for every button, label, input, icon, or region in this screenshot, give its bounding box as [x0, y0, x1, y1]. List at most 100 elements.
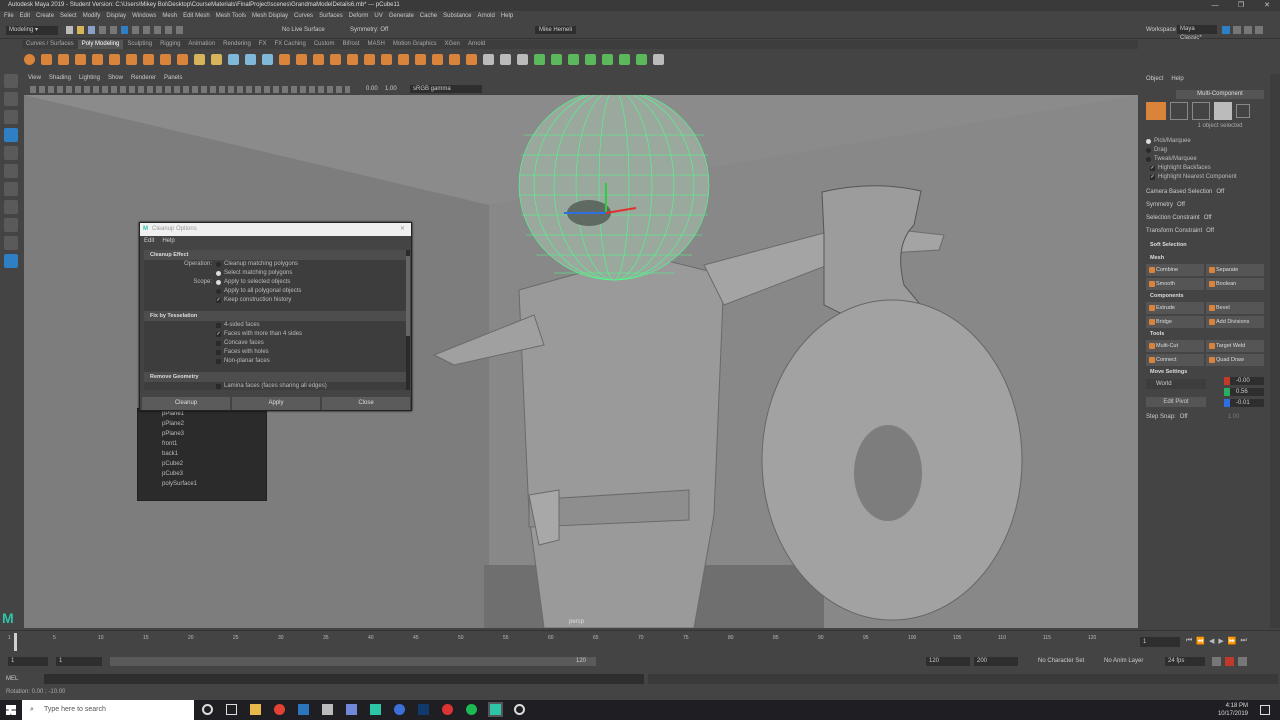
drag-radio[interactable] [1146, 148, 1151, 153]
bridge-icon[interactable] [313, 53, 324, 65]
section-cleanup-effect[interactable]: Cleanup Effect [144, 250, 406, 260]
vp-menu-shading[interactable]: Shading [49, 74, 71, 83]
auto-key-icon[interactable] [1225, 657, 1234, 666]
anim-layer-selector[interactable]: No Anim Layer [1104, 658, 1143, 664]
object-mode-icon[interactable] [1146, 102, 1166, 120]
outliner[interactable]: pPlane1 pPlane2 pPlane3 front1 back1 pCu… [137, 408, 267, 501]
soft-selection-header[interactable]: Soft Selection [1140, 240, 1270, 250]
menu-surfaces[interactable]: Surfaces [319, 11, 343, 22]
vp-menu-view[interactable]: View [28, 74, 41, 83]
symmetry-label[interactable]: Symmetry: Off [350, 27, 388, 33]
toolkit-tab-object[interactable]: Object [1146, 76, 1163, 82]
undo-icon[interactable] [99, 26, 106, 34]
sweep-mesh-icon[interactable] [177, 53, 188, 65]
poly-cylinder-icon[interactable] [58, 53, 69, 65]
outliner-item-pplane3[interactable]: pPlane3 [138, 429, 266, 439]
shelf-tab-motion-graphics[interactable]: Motion Graphics [389, 40, 441, 49]
vp-menu-panels[interactable]: Panels [164, 74, 182, 83]
menu-create[interactable]: Create [36, 11, 54, 22]
nearest-checkbox[interactable]: ✓ [1150, 175, 1155, 180]
menu-arnold[interactable]: Arnold [478, 11, 495, 22]
scope-selected-radio[interactable] [216, 280, 221, 285]
playback-start-field[interactable]: 1 [56, 657, 102, 666]
edit-pivot-button[interactable]: Edit Pivot [1146, 397, 1206, 407]
channel-box-icon[interactable] [1255, 26, 1263, 34]
shelf-tab-sculpting[interactable]: Sculpting [123, 40, 156, 49]
dialog-menu-help[interactable]: Help [162, 236, 174, 246]
cylindrical-map-icon[interactable] [568, 53, 579, 65]
select-by-component-icon[interactable] [143, 26, 150, 34]
transform-constraint-value[interactable]: Off [1206, 227, 1214, 236]
z-field[interactable]: -0.01 [1224, 399, 1264, 407]
shelf-tab-fx-caching[interactable]: FX Caching [270, 40, 309, 49]
face-mode-icon[interactable] [1214, 102, 1232, 120]
cleanup-button[interactable]: Cleanup [142, 397, 230, 410]
app-icon-1[interactable] [322, 704, 333, 715]
notification-icon[interactable] [1260, 705, 1270, 715]
shelf-tab-custom[interactable]: Custom [310, 40, 339, 49]
shelf-tab-rigging[interactable]: Rigging [156, 40, 184, 49]
shelf-tab-mash[interactable]: MASH [364, 40, 389, 49]
snap-grid-icon[interactable] [154, 26, 161, 34]
menu-cache[interactable]: Cache [420, 11, 437, 22]
clock-app-icon[interactable] [514, 704, 525, 715]
file-explorer-icon[interactable] [250, 704, 261, 715]
boolean-button[interactable]: Boolean [1206, 278, 1264, 290]
unfold-icon[interactable] [619, 53, 630, 65]
outliner-item-pcube3[interactable]: pCube3 [138, 469, 266, 479]
current-frame-field[interactable]: 1 [1140, 637, 1180, 647]
non-planar-checkbox[interactable] [216, 359, 221, 364]
persp-outliner-icon[interactable] [4, 236, 18, 250]
extrude-icon[interactable] [296, 53, 307, 65]
steam-icon[interactable] [298, 704, 309, 715]
shelf-tab-animation[interactable]: Animation [184, 40, 219, 49]
poly-disc-icon[interactable] [126, 53, 137, 65]
concave-checkbox[interactable] [216, 341, 221, 346]
live-surface-label[interactable]: No Live Surface [282, 27, 325, 33]
mel-input[interactable] [44, 674, 644, 684]
select-by-object-icon[interactable] [132, 26, 139, 34]
outliner-item-pplane2[interactable]: pPlane2 [138, 419, 266, 429]
select-tool-icon[interactable] [4, 74, 18, 88]
modeling-toolkit-icon[interactable] [1222, 26, 1230, 34]
start-button-icon[interactable] [6, 705, 16, 715]
vertex-mode-icon[interactable] [1170, 102, 1188, 120]
multi-cut-icon[interactable] [483, 53, 494, 65]
menu-help[interactable]: Help [501, 11, 513, 22]
tool-settings-icon[interactable] [1244, 26, 1252, 34]
target-weld-button[interactable]: Target Weld [1206, 340, 1264, 352]
play-icon[interactable]: ▶ [1218, 637, 1223, 645]
menu-substance[interactable]: Substance [443, 11, 471, 22]
cortana-icon[interactable] [202, 704, 213, 715]
quad-draw-button[interactable]: Quad Draw [1206, 354, 1264, 366]
holes-checkbox[interactable] [216, 350, 221, 355]
opera-icon[interactable] [442, 704, 453, 715]
shelf-tab-arnold[interactable]: Arnold [464, 40, 489, 49]
op-cleanup-radio[interactable] [216, 262, 221, 267]
smooth-icon[interactable] [262, 53, 273, 65]
task-view-icon[interactable] [226, 704, 237, 715]
boolean-icon[interactable] [279, 53, 290, 65]
menu-uv[interactable]: UV [374, 11, 382, 22]
extract-icon[interactable] [449, 53, 460, 65]
history-checkbox[interactable]: ✓ [216, 298, 221, 303]
step-snap-value[interactable]: Off [1180, 413, 1188, 422]
mode-selector[interactable]: Modeling ▾ [6, 26, 58, 35]
poke-icon[interactable] [398, 53, 409, 65]
next-key-icon[interactable]: ⏩ [1228, 637, 1237, 645]
move-tool-icon[interactable] [4, 128, 18, 142]
extrude-button[interactable]: Extrude [1146, 302, 1204, 314]
text-icon[interactable] [194, 53, 205, 65]
close-button[interactable]: Close [322, 397, 410, 410]
step-snap-amount[interactable]: 1.00 [1228, 413, 1240, 422]
panel-toolbar-icons[interactable] [30, 86, 350, 93]
layout-icon[interactable] [636, 53, 647, 65]
shelf-tab-poly-modeling[interactable]: Poly Modeling [77, 40, 124, 49]
close-window-button[interactable]: ✕ [1254, 0, 1280, 11]
vp-menu-renderer[interactable]: Renderer [131, 74, 156, 83]
minimize-button[interactable]: — [1202, 0, 1228, 11]
edge-mode-icon[interactable] [1192, 102, 1210, 120]
shelf-tab-curves[interactable]: Curves / Surfaces [22, 40, 78, 49]
photoshop-icon[interactable] [418, 704, 429, 715]
menu-deform[interactable]: Deform [349, 11, 369, 22]
